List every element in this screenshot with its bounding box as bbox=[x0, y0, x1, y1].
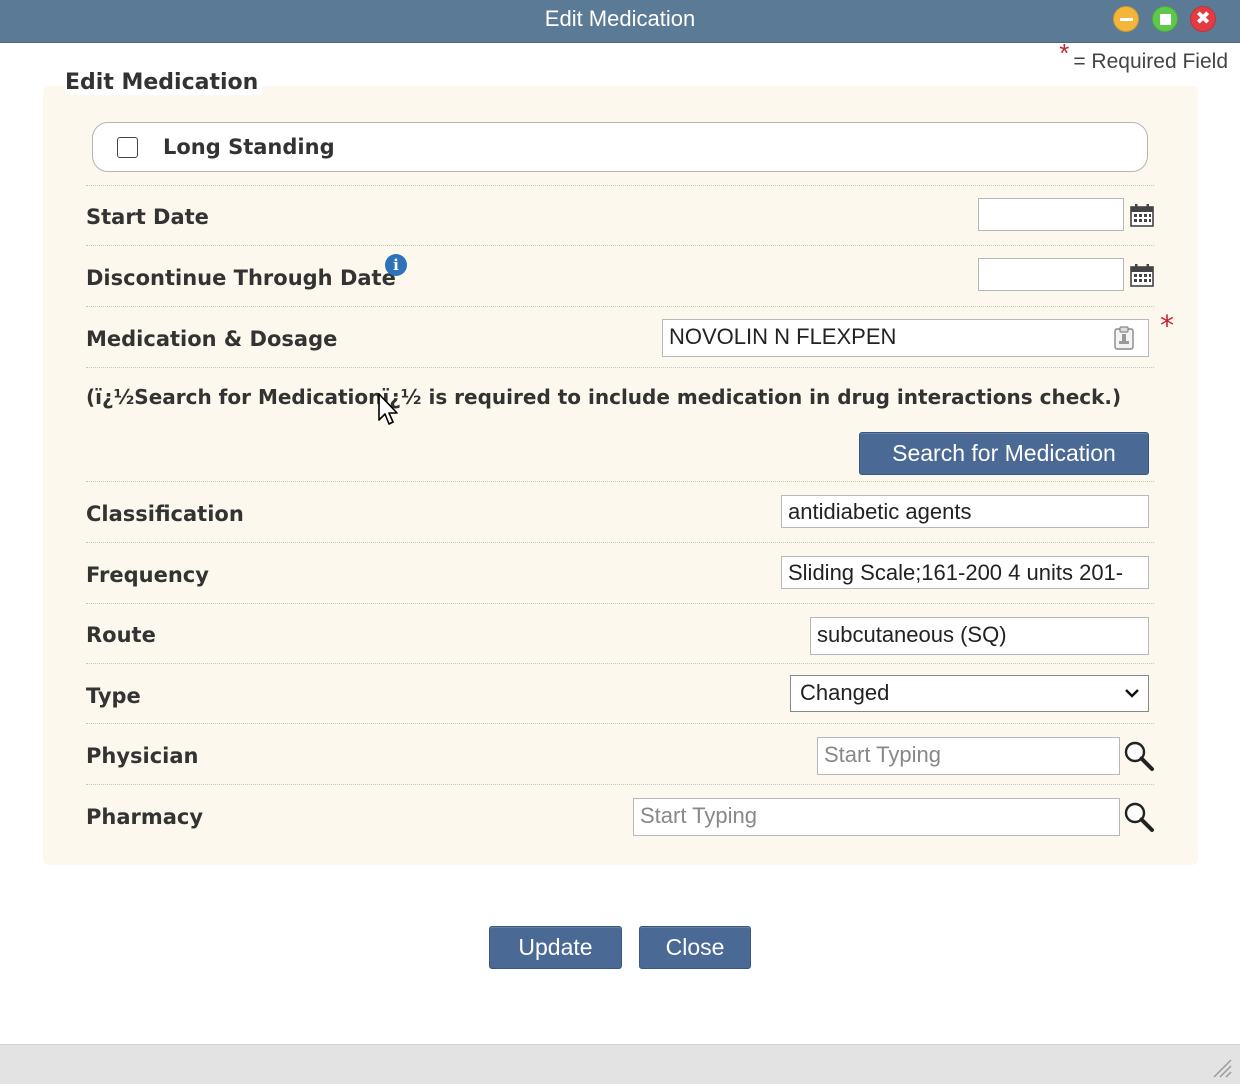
physician-row: Physician Start Typing bbox=[86, 723, 1154, 784]
close-window-button[interactable]: ✖ bbox=[1190, 6, 1216, 32]
resize-grip-icon[interactable] bbox=[1210, 1056, 1232, 1078]
type-selected-value: Changed bbox=[800, 680, 890, 705]
calendar-icon[interactable] bbox=[1129, 262, 1155, 288]
magnifier-icon[interactable] bbox=[1123, 740, 1155, 772]
minimize-icon bbox=[1114, 7, 1138, 31]
type-row: Type Changed bbox=[86, 663, 1154, 724]
dialog-footer bbox=[0, 1044, 1240, 1084]
discontinue-date-input[interactable] bbox=[978, 258, 1124, 291]
physician-input[interactable]: Start Typing bbox=[817, 737, 1120, 775]
discontinue-date-row: Discontinue Through Date i bbox=[86, 245, 1154, 306]
clipboard-icon[interactable] bbox=[1113, 326, 1135, 350]
type-label: Type bbox=[86, 684, 141, 708]
search-for-medication-button[interactable]: Search for Medication bbox=[859, 432, 1149, 475]
classification-input[interactable]: antidiabetic agents bbox=[781, 495, 1149, 528]
frequency-row: Frequency Sliding Scale;161-200 4 units … bbox=[86, 542, 1154, 603]
required-field-legend: * = Required Field bbox=[1059, 38, 1228, 75]
start-date-label: Start Date bbox=[86, 205, 209, 229]
window-titlebar[interactable]: Edit Medication ✖ bbox=[0, 0, 1240, 43]
medication-dosage-label: Medication & Dosage bbox=[86, 327, 338, 351]
update-button[interactable]: Update bbox=[489, 926, 622, 969]
info-icon[interactable]: i bbox=[385, 254, 407, 276]
route-input[interactable]: subcutaneous (SQ) bbox=[810, 617, 1149, 655]
calendar-icon[interactable] bbox=[1129, 202, 1155, 228]
mouse-cursor-icon bbox=[378, 393, 398, 425]
required-field-text: = Required Field bbox=[1073, 50, 1228, 73]
start-date-row: Start Date bbox=[86, 185, 1154, 246]
long-standing-box: Long Standing bbox=[92, 122, 1148, 172]
required-star: * bbox=[1059, 38, 1070, 68]
search-note: (ï¿½Search for Medicationï¿½ is required… bbox=[86, 385, 1122, 409]
physician-label: Physician bbox=[86, 744, 199, 768]
frequency-input[interactable]: Sliding Scale;161-200 4 units 201- bbox=[781, 556, 1149, 589]
minimize-button[interactable] bbox=[1113, 6, 1139, 32]
route-label: Route bbox=[86, 623, 156, 647]
window-title: Edit Medication bbox=[544, 6, 696, 31]
magnifier-icon[interactable] bbox=[1123, 801, 1155, 833]
pharmacy-row: Pharmacy Start Typing bbox=[86, 784, 1154, 845]
maximize-icon bbox=[1153, 7, 1177, 31]
close-icon: ✖ bbox=[1195, 8, 1211, 29]
classification-row: Classification antidiabetic agents bbox=[86, 481, 1154, 542]
pharmacy-input[interactable]: Start Typing bbox=[633, 798, 1120, 836]
form-title: Edit Medication bbox=[65, 70, 263, 95]
start-date-input[interactable] bbox=[978, 198, 1124, 231]
long-standing-checkbox[interactable] bbox=[117, 137, 138, 158]
discontinue-date-label: Discontinue Through Date bbox=[86, 266, 396, 290]
medication-dosage-input[interactable]: NOVOLIN N FLEXPEN bbox=[662, 319, 1149, 357]
pharmacy-label: Pharmacy bbox=[86, 805, 204, 829]
classification-label: Classification bbox=[86, 502, 244, 526]
close-button[interactable]: Close bbox=[639, 926, 751, 969]
medication-required-star: * bbox=[1160, 309, 1174, 342]
frequency-label: Frequency bbox=[86, 563, 209, 587]
chevron-down-icon bbox=[1125, 689, 1139, 698]
long-standing-label: Long Standing bbox=[163, 135, 335, 159]
medication-dosage-row: Medication & Dosage NOVOLIN N FLEXPEN * bbox=[86, 306, 1174, 367]
route-row: Route subcutaneous (SQ) bbox=[86, 603, 1154, 664]
type-select[interactable]: Changed bbox=[790, 675, 1149, 712]
maximize-button[interactable] bbox=[1152, 6, 1178, 32]
